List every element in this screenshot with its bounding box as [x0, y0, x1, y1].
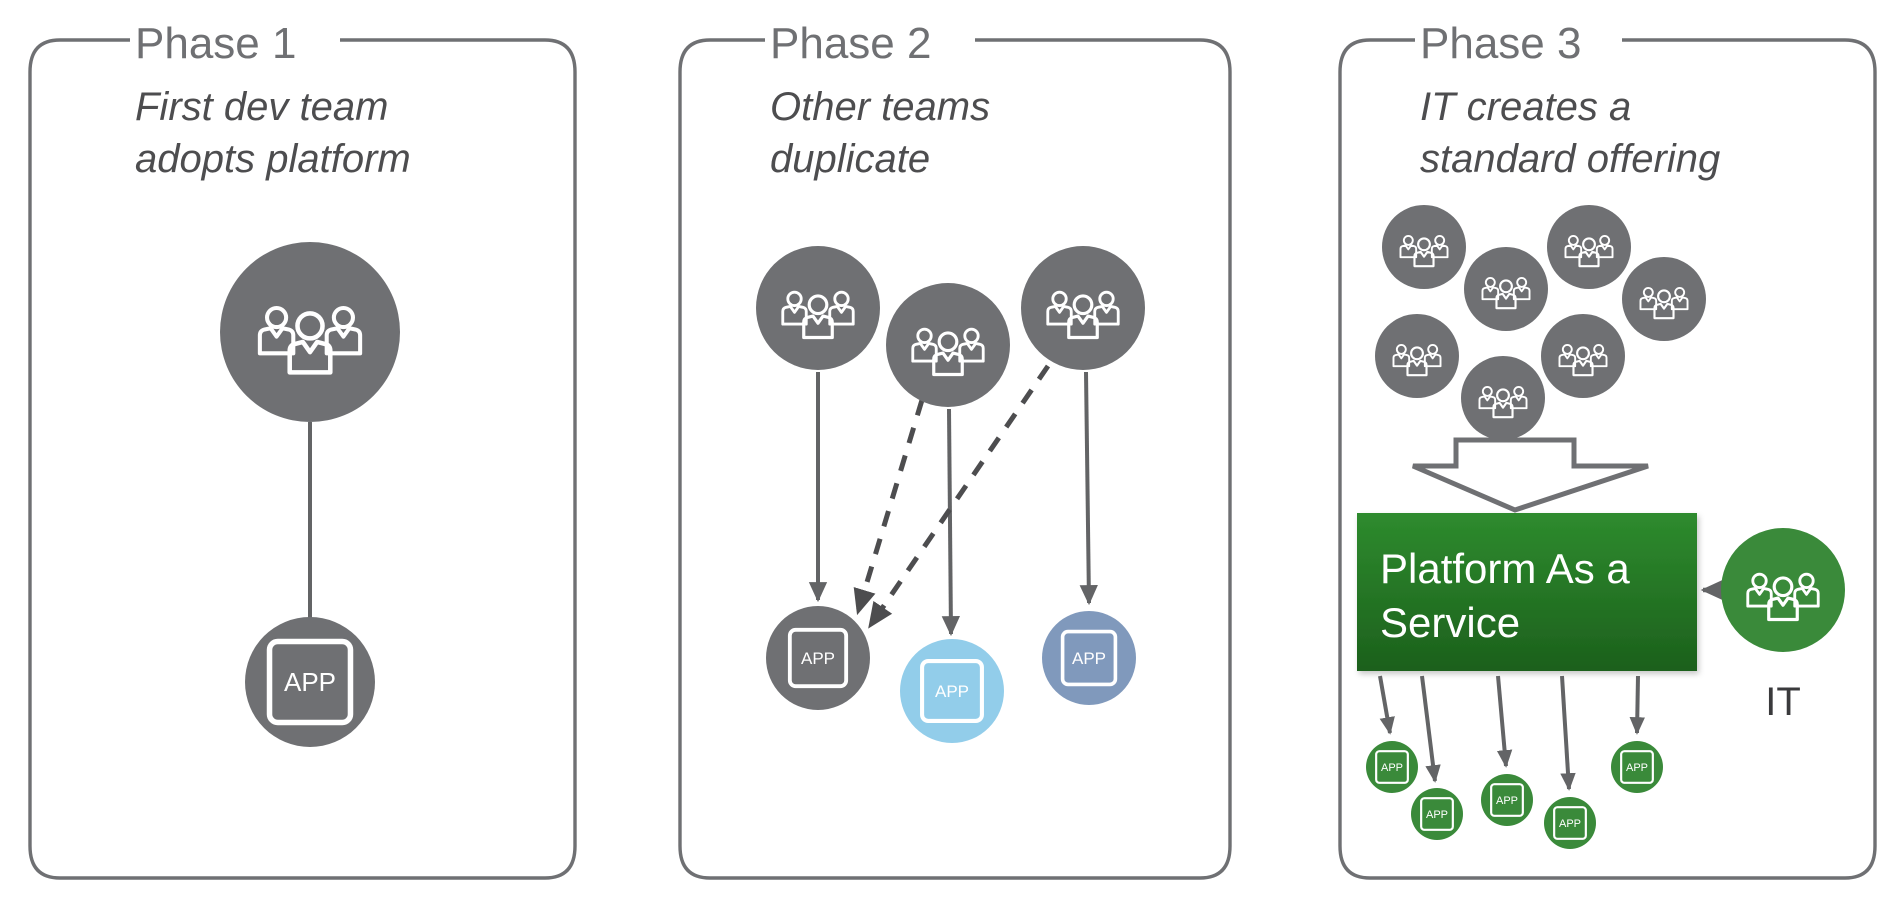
- arrow-down-icon: [1412, 437, 1649, 513]
- paas-app-arrow-3: [1496, 675, 1513, 768]
- panel-phase-3: Phase 3 IT creates a standard offering P…: [1338, 19, 1877, 880]
- phase3-team-node-6[interactable]: [1541, 314, 1625, 398]
- phase2-team-circle-2: [886, 283, 1010, 407]
- phases-diagram: Phase 1 First dev team adopts platform A…: [28, 19, 1877, 880]
- phase2-dashed-arrow-1: [853, 399, 925, 616]
- phase2-app-label-1: APP: [801, 649, 835, 668]
- phase3-team-circle-4: [1622, 257, 1706, 341]
- it-circle: [1721, 528, 1845, 652]
- phase2-team-circle-3: [1021, 246, 1145, 370]
- paas-app-arrow-4: [1560, 675, 1576, 791]
- phase2-team-circle-1: [756, 246, 880, 370]
- paas-label-line-1: Platform As a: [1380, 545, 1630, 592]
- phase1-app-node[interactable]: APP: [245, 617, 375, 747]
- panel-2-subtitle-line-1: Other teams: [770, 85, 990, 129]
- phase3-app-node-1[interactable]: APP: [1366, 741, 1418, 793]
- phase3-team-node-3[interactable]: [1547, 205, 1631, 289]
- paas-label-line-2: Service: [1380, 599, 1520, 646]
- diagram-canvas: Phase 1 First dev team adopts platform A…: [0, 0, 1880, 910]
- phase3-app-label-5: APP: [1626, 762, 1648, 774]
- panel-1-subtitle-line-1: First dev team: [135, 85, 388, 129]
- panel-phase-2: Phase 2 Other teams duplicate APP APP AP…: [678, 19, 1232, 880]
- phase3-team-node-4[interactable]: [1622, 257, 1706, 341]
- phase3-app-node-5[interactable]: APP: [1611, 741, 1663, 793]
- phase3-team-circle-1: [1382, 205, 1466, 289]
- phase3-team-circle-2: [1464, 247, 1548, 331]
- panel-3-title: Phase 3: [1420, 19, 1581, 68]
- phase2-app-label-3: APP: [1072, 649, 1106, 668]
- paas-box-rect: [1357, 513, 1697, 671]
- phase2-team-node-1[interactable]: [756, 246, 880, 370]
- phase3-app-label-3: APP: [1496, 795, 1518, 807]
- phase3-app-label-4: APP: [1559, 818, 1581, 830]
- phase3-team-circle-7: [1461, 356, 1545, 440]
- phase2-team-node-2[interactable]: [886, 283, 1010, 407]
- phase3-app-node-2[interactable]: APP: [1411, 788, 1463, 840]
- phase1-app-label: APP: [284, 667, 336, 697]
- phase3-team-circle-3: [1547, 205, 1631, 289]
- panel-2-border: [678, 38, 1232, 880]
- phase1-team-circle: [220, 242, 400, 422]
- phase1-team-node[interactable]: [220, 242, 400, 422]
- paas-app-arrow-5: [1629, 675, 1646, 735]
- panel-3-subtitle-line-1: IT creates a: [1420, 85, 1631, 129]
- panel-3-subtitle-line-2: standard offering: [1420, 137, 1720, 181]
- phase3-team-node-7[interactable]: [1461, 356, 1545, 440]
- phase2-team-node-3[interactable]: [1021, 246, 1145, 370]
- phase3-team-node-5[interactable]: [1375, 314, 1459, 398]
- panel-2-title: Phase 2: [770, 19, 931, 68]
- phase3-app-label-2: APP: [1426, 809, 1448, 821]
- phase3-team-circle-5: [1375, 314, 1459, 398]
- phase2-solid-arrow-3: [1079, 371, 1098, 606]
- phase3-app-label-1: APP: [1381, 762, 1403, 774]
- phase3-app-node-3[interactable]: APP: [1481, 774, 1533, 826]
- phase3-team-node-1[interactable]: [1382, 205, 1466, 289]
- paas-app-arrow-2: [1420, 675, 1441, 783]
- panel-1-title: Phase 1: [135, 19, 296, 68]
- phase3-it-node[interactable]: [1721, 528, 1845, 652]
- panel-1-subtitle-line-2: adopts platform: [135, 137, 411, 181]
- panel-2-subtitle-line-2: duplicate: [770, 137, 930, 181]
- phase3-team-node-2[interactable]: [1464, 247, 1548, 331]
- paas-app-arrow-1: [1378, 675, 1395, 735]
- phase3-team-circle-6: [1541, 314, 1625, 398]
- paas-box[interactable]: Platform As a Service: [1357, 513, 1697, 671]
- phase2-solid-arrow-2: [941, 408, 960, 637]
- it-label: IT: [1765, 680, 1801, 724]
- phase2-app-node-3[interactable]: APP: [1042, 611, 1136, 705]
- phase2-app-label-2: APP: [935, 682, 969, 701]
- phase3-app-node-4[interactable]: APP: [1544, 797, 1596, 849]
- panel-phase-1: Phase 1 First dev team adopts platform A…: [28, 19, 577, 880]
- phase2-app-node-2[interactable]: APP: [900, 639, 1004, 743]
- phase2-app-node-1[interactable]: APP: [766, 606, 870, 710]
